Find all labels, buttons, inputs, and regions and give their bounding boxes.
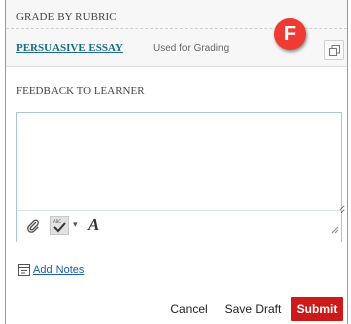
expand-window-icon: [329, 45, 340, 56]
paperclip-icon[interactable]: [26, 219, 40, 238]
add-notes-link[interactable]: Add Notes: [33, 264, 84, 276]
spellcheck-button[interactable]: ABC: [50, 216, 69, 235]
rubric-section: GRADE BY RUBRIC PERSUASIVE ESSAY Used fo…: [6, 0, 347, 67]
svg-text:ABC: ABC: [53, 219, 61, 224]
expand-rubric-button[interactable]: [324, 40, 344, 60]
rubric-section-title: GRADE BY RUBRIC: [16, 11, 117, 23]
save-draft-button[interactable]: Save Draft: [221, 297, 285, 321]
grade-badge: F: [274, 18, 306, 50]
rubric-name-link[interactable]: PERSUASIVE ESSAY: [16, 42, 123, 54]
cancel-button[interactable]: Cancel: [164, 297, 214, 321]
spellcheck-menu-caret[interactable]: ▾: [73, 219, 78, 230]
resize-grip-icon[interactable]: [331, 221, 339, 239]
rubric-status-text: Used for Grading: [153, 43, 230, 54]
spellcheck-icon: ABC: [53, 219, 66, 233]
editor-toolbar: ABC ▾ A: [17, 210, 341, 242]
format-text-button[interactable]: A: [88, 215, 99, 235]
feedback-textarea[interactable]: [17, 113, 345, 214]
feedback-label: FEEDBACK TO LEARNER: [16, 85, 145, 97]
feedback-editor: ABC ▾ A: [16, 112, 345, 242]
grading-panel: GRADE BY RUBRIC PERSUASIVE ESSAY Used fo…: [5, 0, 348, 324]
submit-button[interactable]: Submit: [291, 297, 343, 321]
note-icon: [18, 263, 30, 281]
